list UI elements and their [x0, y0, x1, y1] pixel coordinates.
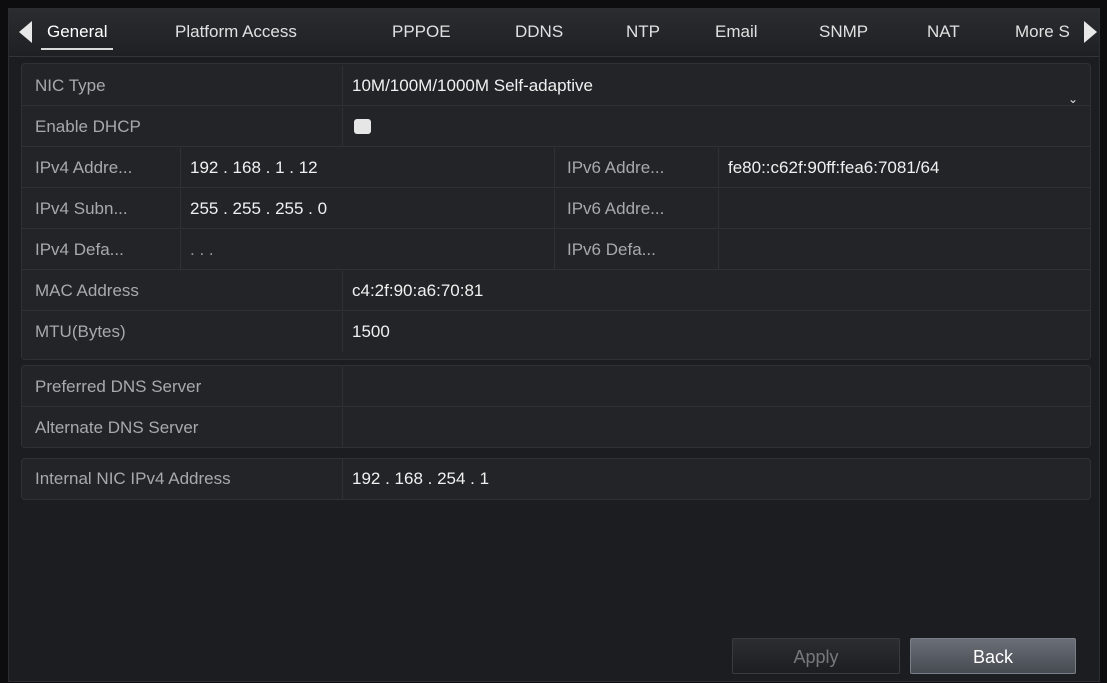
- subnet-row: IPv4 Subn... 255 . 255 . 255 . 0 IPv6 Ad…: [22, 189, 1090, 229]
- mac-label: MAC Address: [35, 281, 139, 300]
- mac-value: c4:2f:90:a6:70:81: [352, 281, 484, 300]
- ip-address-row: IPv4 Addre... 192 . 168 . 1 . 12 IPv6 Ad…: [22, 148, 1090, 188]
- internal-nic-row: Internal NIC IPv4 Address 192 . 168 . 25…: [22, 459, 1090, 499]
- tab-scroll-left-icon[interactable]: [19, 21, 32, 43]
- apply-button[interactable]: Apply: [732, 638, 900, 674]
- gateway-row: IPv4 Defa... . . . IPv6 Defa...: [22, 230, 1090, 270]
- alternate-dns-label: Alternate DNS Server: [35, 418, 199, 437]
- dhcp-row: Enable DHCP: [22, 107, 1090, 147]
- tab-scroll-right-icon[interactable]: [1084, 21, 1097, 43]
- tab-snmp[interactable]: SNMP: [819, 22, 868, 42]
- back-button[interactable]: Back: [910, 638, 1076, 674]
- tab-platform-access[interactable]: Platform Access: [175, 22, 297, 42]
- nic-type-dropdown[interactable]: 10M/100M/1000M Self-adaptive ⌄: [342, 66, 1090, 106]
- nic-type-label: NIC Type: [35, 76, 106, 95]
- tab-ddns[interactable]: DDNS: [515, 22, 563, 42]
- nic-type-row: NIC Type 10M/100M/1000M Self-adaptive ⌄: [22, 66, 1090, 106]
- ipv6-address1-label: IPv6 Addre...: [567, 158, 665, 177]
- tab-pppoe[interactable]: PPPOE: [392, 22, 451, 42]
- tab-ntp[interactable]: NTP: [626, 22, 660, 42]
- preferred-dns-label: Preferred DNS Server: [35, 377, 202, 396]
- nic-settings-panel: NIC Type 10M/100M/1000M Self-adaptive ⌄ …: [21, 63, 1091, 360]
- mtu-row: MTU(Bytes) 1500: [22, 312, 1090, 352]
- ipv6-gateway-value: [718, 230, 1090, 270]
- ipv6-address2-value: [718, 189, 1090, 229]
- mac-row: MAC Address c4:2f:90:a6:70:81: [22, 271, 1090, 311]
- ipv4-address-field[interactable]: 192 . 168 . 1 . 12: [180, 148, 552, 188]
- ipv4-subnet-field[interactable]: 255 . 255 . 255 . 0: [180, 189, 552, 229]
- internal-nic-label: Internal NIC IPv4 Address: [35, 469, 231, 488]
- nic-type-value: 10M/100M/1000M Self-adaptive: [352, 76, 593, 95]
- mtu-field[interactable]: 1500: [342, 312, 1090, 352]
- chevron-down-icon: ⌄: [1067, 92, 1078, 106]
- ipv6-address1-value: fe80::c62f:90ff:fea6:7081/64: [728, 158, 940, 177]
- alternate-dns-field[interactable]: [342, 408, 1090, 448]
- mtu-label: MTU(Bytes): [35, 322, 126, 341]
- ipv6-address2-label: IPv6 Addre...: [567, 199, 665, 218]
- alternate-dns-row: Alternate DNS Server: [22, 408, 1090, 448]
- tab-more[interactable]: More S: [1015, 22, 1070, 42]
- ipv4-gateway-label: IPv4 Defa...: [35, 240, 124, 259]
- ipv4-gateway-field[interactable]: . . .: [180, 230, 552, 270]
- tab-nat[interactable]: NAT: [927, 22, 960, 42]
- tab-bar: General Platform Access PPPOE DDNS NTP E…: [9, 9, 1099, 57]
- preferred-dns-row: Preferred DNS Server: [22, 367, 1090, 407]
- dhcp-checkbox[interactable]: [354, 119, 371, 134]
- internal-nic-panel: Internal NIC IPv4 Address 192 . 168 . 25…: [21, 458, 1091, 500]
- ipv4-address-label: IPv4 Addre...: [35, 158, 133, 177]
- ipv4-subnet-label: IPv4 Subn...: [35, 199, 128, 218]
- internal-nic-field[interactable]: 192 . 168 . 254 . 1: [342, 459, 1090, 499]
- ipv6-gateway-label: IPv6 Defa...: [567, 240, 656, 259]
- network-settings-window: General Platform Access PPPOE DDNS NTP E…: [8, 8, 1100, 682]
- dhcp-label: Enable DHCP: [35, 117, 141, 136]
- tab-email[interactable]: Email: [715, 22, 758, 42]
- tab-general[interactable]: General: [40, 22, 115, 50]
- preferred-dns-field[interactable]: [342, 367, 1090, 407]
- dns-panel: Preferred DNS Server Alternate DNS Serve…: [21, 365, 1091, 448]
